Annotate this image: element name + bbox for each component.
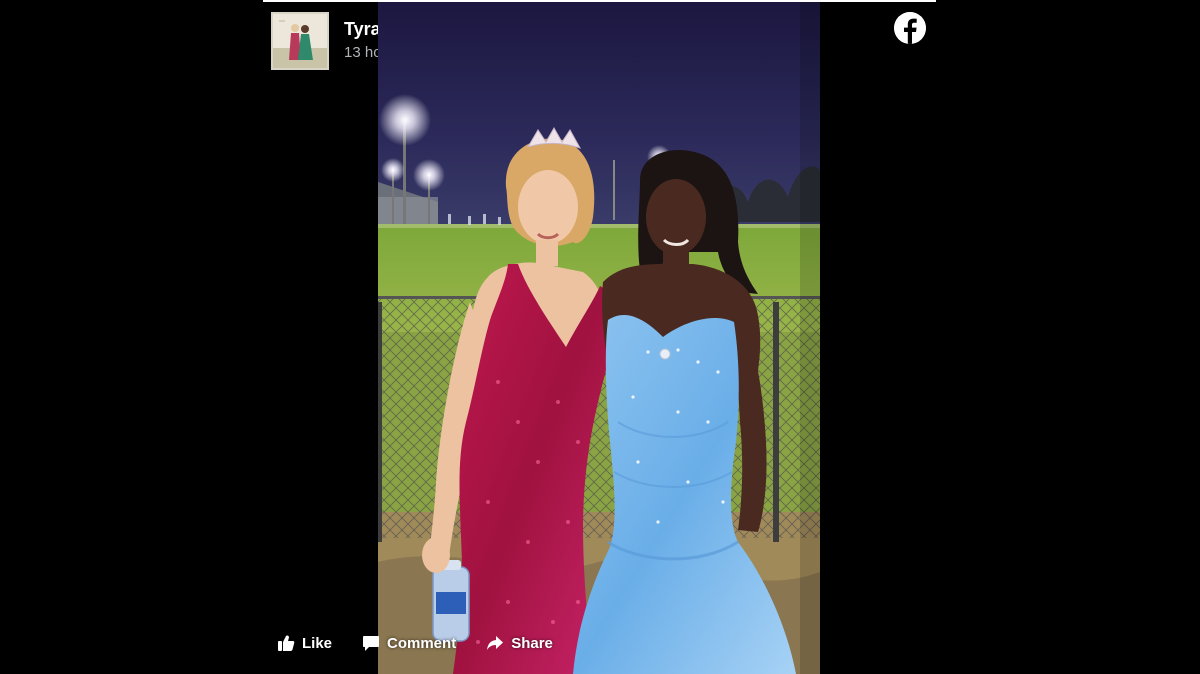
avatar-photo [273,14,327,68]
share-arrow-icon [486,634,504,652]
share-label: Share [511,634,553,652]
share-button[interactable]: Share [486,634,553,652]
comment-icon [362,634,380,652]
stadium-photo [378,2,820,674]
facebook-post-embed: Tyra Willamor Idom 13 hours ago [263,2,936,674]
author-avatar[interactable] [271,12,329,70]
comment-button[interactable]: Comment [362,634,456,652]
post-photo[interactable] [378,2,820,674]
like-button[interactable]: Like [277,634,332,652]
comment-label: Comment [387,634,457,652]
like-label: Like [302,634,333,652]
thumbs-up-icon [277,634,295,652]
facebook-logo-icon[interactable] [894,12,926,44]
post-action-bar: Like Comment Share [277,634,583,652]
